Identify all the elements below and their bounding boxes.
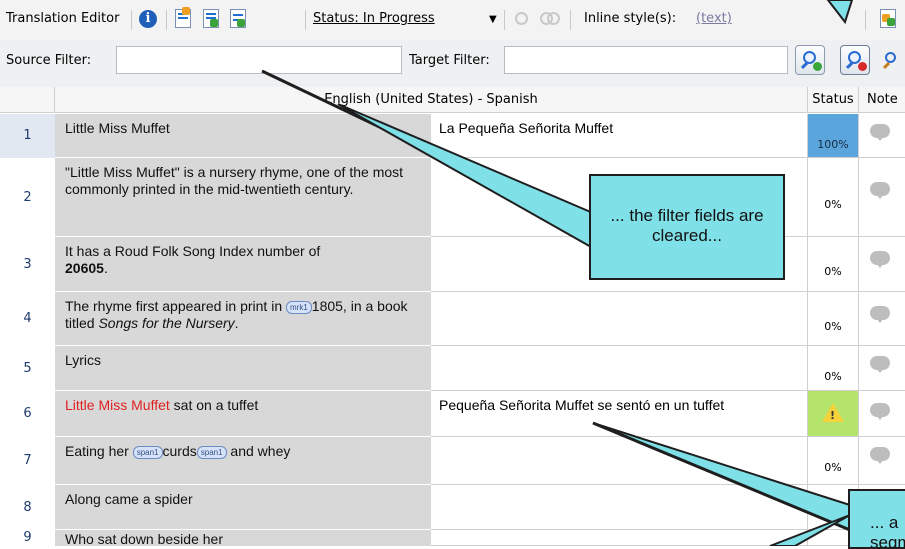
callout-bottom: ... a segm: [848, 489, 905, 549]
callout-tail-bottom-2: [769, 514, 851, 546]
callout-bottom-line2: segm: [870, 533, 905, 549]
pointer-line-bottom: [592, 421, 851, 532]
callout-tail-middle: [337, 103, 601, 254]
callout-bottom-line1: ... a: [870, 513, 899, 532]
callout-pointer-top: [826, 0, 854, 25]
callout-middle: ... the filter fields are cleared...: [589, 174, 785, 280]
